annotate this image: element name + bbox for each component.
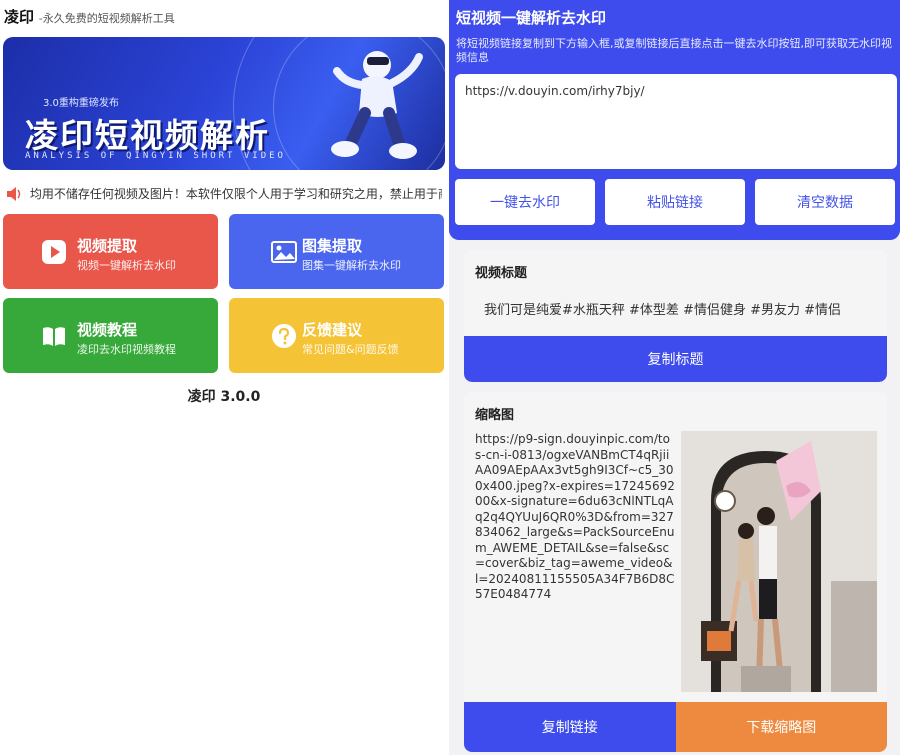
parse-screen: 短视频一键解析去水印 将短视频链接复制到下方输入框,或复制链接后直接点击一键去水… bbox=[449, 0, 900, 755]
thumbnail-heading: 缩略图 bbox=[475, 408, 515, 423]
tile-subtitle: 图集一键解析去水印 bbox=[302, 259, 401, 272]
tile-subtitle: 凌印去水印视频教程 bbox=[77, 343, 176, 356]
image-icon bbox=[271, 241, 297, 263]
video-title-card: 视频标题 我们可是纯爱#水瓶天秤 #体型差 #情侣健身 #男友力 #情侣 复制标… bbox=[464, 250, 887, 382]
download-thumbnail-button[interactable]: 下载缩略图 bbox=[675, 702, 887, 752]
thumbnail-card: 缩略图 https://p9-sign.douyinpic.com/tos-cn… bbox=[464, 392, 887, 752]
clear-data-button[interactable]: 清空数据 bbox=[755, 179, 895, 225]
remove-watermark-button[interactable]: 一键去水印 bbox=[455, 179, 595, 225]
tile-title: 反馈建议 bbox=[302, 321, 363, 339]
tile-subtitle: 常见问题&问题反馈 bbox=[302, 343, 399, 356]
thumbnail-url: https://p9-sign.douyinpic.com/tos-cn-i-0… bbox=[475, 432, 675, 601]
video-extract-tile[interactable]: 视频提取 视频一键解析去水印 bbox=[3, 214, 218, 289]
home-screen: 凌印 -永久免费的短视频解析工具 3.0重构重磅发布 凌印短视频解析 ANALY… bbox=[0, 0, 448, 755]
book-icon bbox=[43, 327, 65, 346]
notice-bar: 均用不储存任何视频及图片！本软件仅限个人用于学习和研究之用，禁止用于商 bbox=[6, 185, 442, 203]
video-title-text: 我们可是纯爱#水瓶天秤 #体型差 #情侣健身 #男友力 #情侣 bbox=[484, 303, 841, 318]
app-tagline: -永久免费的短视频解析工具 bbox=[38, 12, 175, 25]
video-tutorial-tile[interactable]: 视频教程 凌印去水印视频教程 bbox=[3, 298, 218, 373]
tile-title: 视频教程 bbox=[77, 321, 138, 339]
tile-title: 图集提取 bbox=[302, 237, 363, 255]
tile-title: 视频提取 bbox=[77, 237, 138, 255]
paste-link-button[interactable]: 粘贴链接 bbox=[605, 179, 745, 225]
page-title: 短视频一键解析去水印 bbox=[456, 9, 607, 27]
copy-link-button[interactable]: 复制链接 bbox=[464, 702, 676, 752]
play-icon bbox=[42, 240, 66, 264]
app-brand: 凌印 bbox=[4, 8, 35, 26]
url-input[interactable]: https://v.douyin.com/irhy7bjy/ bbox=[455, 74, 897, 169]
app-header: 凌印 -永久免费的短视频解析工具 bbox=[4, 6, 175, 27]
speaker-icon bbox=[7, 186, 21, 201]
promo-banner[interactable]: 3.0重构重磅发布 凌印短视频解析 ANALYSIS OF QINGYIN SH… bbox=[3, 37, 445, 170]
feedback-tile[interactable]: 反馈建议 常见问题&问题反馈 bbox=[229, 298, 444, 373]
astronaut-illustration bbox=[331, 51, 423, 159]
copy-title-button[interactable]: 复制标题 bbox=[464, 336, 887, 382]
input-panel: 短视频一键解析去水印 将短视频链接复制到下方输入框,或复制链接后直接点击一键去水… bbox=[449, 0, 900, 240]
banner-title: 凌印短视频解析 bbox=[25, 116, 270, 155]
thumbnail-image bbox=[681, 431, 877, 692]
banner-small-tag: 3.0重构重磅发布 bbox=[43, 98, 119, 109]
notice-text: 均用不储存任何视频及图片！本软件仅限个人用于学习和研究之用，禁止用于商 bbox=[29, 187, 442, 201]
gallery-extract-tile[interactable]: 图集提取 图集一键解析去水印 bbox=[229, 214, 444, 289]
page-description: 将短视频链接复制到下方输入框,或复制链接后直接点击一键去水印按钮,即可获取无水印… bbox=[456, 37, 892, 64]
app-version: 凌印 3.0.0 bbox=[187, 389, 261, 405]
banner-subtitle: ANALYSIS OF QINGYIN SHORT VIDEO bbox=[25, 151, 286, 161]
video-title-heading: 视频标题 bbox=[475, 266, 528, 281]
tile-subtitle: 视频一键解析去水印 bbox=[77, 259, 176, 272]
question-icon bbox=[272, 324, 296, 348]
thumbnail-actions: 复制链接 下载缩略图 bbox=[464, 702, 887, 752]
